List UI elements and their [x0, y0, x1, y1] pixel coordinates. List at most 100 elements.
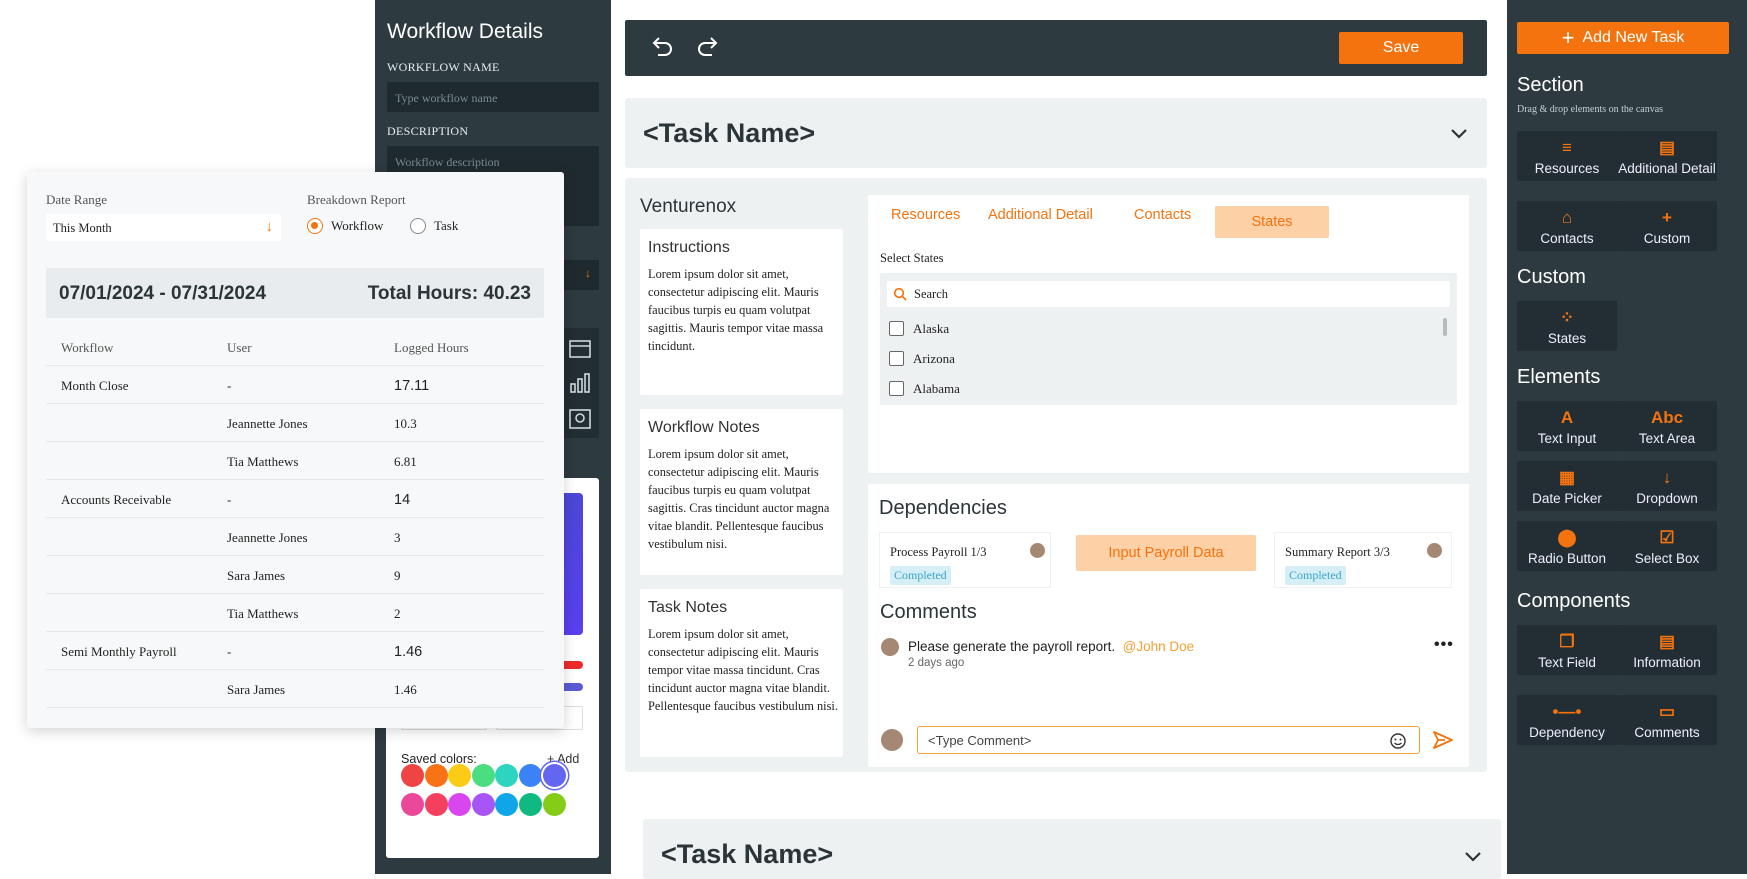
color-swatch[interactable]: [471, 793, 495, 816]
dependency-right[interactable]: Summary Report 3/3 Completed: [1274, 532, 1452, 588]
tab-states[interactable]: States: [1215, 206, 1329, 238]
resources-icon: ≡: [1562, 138, 1572, 157]
tile-label: Information: [1633, 655, 1701, 670]
chevron-down-icon[interactable]: [1449, 123, 1469, 143]
tile-states[interactable]: ⁘ States: [1517, 301, 1617, 351]
tile-custom[interactable]: + Custom: [1617, 201, 1717, 251]
total-hours: Total Hours: 40.23: [367, 283, 531, 304]
checkbox-arizona[interactable]: [889, 351, 904, 366]
tile-label: Custom: [1643, 231, 1691, 246]
color-swatch[interactable]: [424, 764, 448, 787]
cell-workflow: Month Close: [61, 378, 129, 393]
workflow-name-input[interactable]: Type workflow name: [387, 82, 599, 112]
tab-contacts[interactable]: Contacts: [1134, 207, 1191, 223]
tile-additional-detail[interactable]: ▤ Additional Detail: [1617, 131, 1717, 181]
radio-task[interactable]: [410, 218, 426, 234]
add-task-label: Add New Task: [1582, 29, 1685, 46]
avatar: [881, 729, 903, 751]
card-icon[interactable]: [568, 338, 592, 360]
tile-select-box[interactable]: ☑ Select Box: [1617, 521, 1717, 571]
tile-label: States: [1547, 331, 1587, 346]
undo-icon[interactable]: [649, 34, 675, 60]
tab-additional-detail[interactable]: Additional Detail: [988, 207, 1093, 223]
dependency-left[interactable]: Process Payroll 1/3 Completed: [879, 532, 1051, 588]
tile-text-field[interactable]: ❐ Text Field: [1517, 625, 1617, 675]
instructions-title: Instructions: [648, 239, 730, 256]
radio-button-icon: ⬤: [1557, 528, 1577, 547]
date-range-select[interactable]: This Month ↓: [46, 214, 281, 241]
tile-resources[interactable]: ≡ Resources: [1517, 131, 1617, 181]
dependency-current[interactable]: Input Payroll Data: [1076, 535, 1256, 571]
tile-dependency[interactable]: •—• Dependency: [1517, 695, 1617, 745]
tile-text-input[interactable]: A Text Input: [1517, 401, 1617, 451]
color-swatch[interactable]: [519, 793, 542, 816]
send-icon[interactable]: [1432, 730, 1454, 750]
col-logged-hours: Logged Hours: [394, 340, 469, 355]
table-row: Month Close - 17.11: [46, 366, 544, 404]
checkbox-alaska[interactable]: [889, 321, 904, 336]
tile-date-picker[interactable]: ▦ Date Picker: [1517, 461, 1617, 511]
dropdown-icon: ↓: [1662, 468, 1672, 487]
tile-radio-button[interactable]: ⬤ Radio Button: [1517, 521, 1617, 571]
breakdown-label: Breakdown Report: [307, 192, 406, 207]
date-range-report: Date Range This Month ↓ Breakdown Report…: [27, 172, 564, 728]
comment-input[interactable]: <Type Comment>: [917, 726, 1420, 754]
chevron-down-icon: ↓: [265, 218, 274, 235]
table-row: Tia Matthews 6.81: [46, 442, 544, 480]
instructions-text: Lorem ipsum dolor sit amet, consectetur …: [648, 267, 824, 353]
table-row: Tia Matthews 2: [46, 594, 544, 632]
color-swatch[interactable]: [542, 793, 566, 816]
bar-chart-icon[interactable]: [568, 372, 592, 394]
color-swatch[interactable]: [401, 793, 424, 816]
save-button[interactable]: Save: [1339, 32, 1463, 64]
tile-dropdown[interactable]: ↓ Dropdown: [1617, 461, 1717, 511]
tab-resources[interactable]: Resources: [891, 207, 960, 223]
radio-workflow[interactable]: [307, 218, 323, 234]
cell-hours: 17.11: [394, 378, 430, 394]
checkbox-alabama[interactable]: [889, 381, 904, 396]
cell-hours: 2: [394, 606, 401, 621]
chevron-down-icon[interactable]: [1463, 846, 1483, 866]
text-area-icon: Abc: [1650, 408, 1684, 427]
color-swatch[interactable]: [495, 793, 519, 816]
tile-contacts[interactable]: ⌂ Contacts: [1517, 201, 1617, 251]
workflow-notes-box: Workflow Notes Lorem ipsum dolor sit ame…: [640, 409, 843, 575]
image-frame-icon[interactable]: [568, 408, 592, 430]
cell-user: -: [227, 644, 232, 659]
tile-text-area[interactable]: Abc Text Area: [1617, 401, 1717, 451]
color-swatch[interactable]: [448, 764, 472, 787]
task-header[interactable]: <Task Name>: [625, 98, 1487, 168]
cell-user: Jeannette Jones: [227, 416, 308, 431]
cell-user: -: [227, 492, 232, 507]
custom-icon: +: [1662, 208, 1672, 227]
scrollbar[interactable]: [1443, 318, 1447, 336]
table-row: Jeannette Jones 10.3: [46, 404, 544, 442]
col-user: User: [227, 340, 252, 355]
cell-hours: 6.81: [394, 454, 417, 469]
add-new-task-button[interactable]: + Add New Task: [1517, 22, 1729, 54]
color-swatch[interactable]: [495, 764, 519, 787]
tile-label: Dropdown: [1636, 491, 1698, 506]
tile-comments[interactable]: ▭ Comments: [1617, 695, 1717, 745]
status-badge: Completed: [890, 566, 951, 585]
table-row: Accounts Receivable - 14: [46, 480, 544, 518]
task-header[interactable]: <Task Name>: [643, 819, 1501, 879]
search-input[interactable]: Search: [887, 281, 1450, 307]
mention-link[interactable]: @John Doe: [1123, 639, 1195, 654]
emoji-icon[interactable]: [1389, 732, 1407, 750]
color-swatch[interactable]: [401, 764, 424, 787]
color-swatch[interactable]: [424, 793, 448, 816]
components-heading: Components: [1517, 590, 1631, 612]
color-swatch[interactable]: [519, 764, 542, 787]
tile-label: Resources: [1534, 161, 1600, 176]
search-icon: [893, 287, 907, 301]
color-swatch[interactable]: [471, 764, 495, 787]
description-label: DESCRIPTION: [387, 124, 469, 138]
color-swatch[interactable]: [542, 764, 566, 787]
color-swatch[interactable]: [448, 793, 472, 816]
tile-information[interactable]: ▤ Information: [1617, 625, 1717, 675]
comments-icon: ▭: [1658, 702, 1676, 721]
contacts-icon: ⌂: [1561, 208, 1573, 227]
redo-icon[interactable]: [695, 34, 721, 60]
more-options-icon[interactable]: •••: [1434, 636, 1454, 654]
